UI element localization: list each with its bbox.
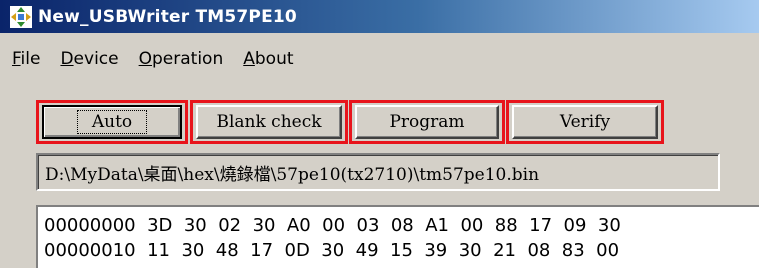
file-path-text: D:\MyData\桌面\hex\燒錄檔\57pe10(tx2710)\tm57…	[38, 155, 718, 189]
blank-check-button-highlight: Blank check	[190, 100, 348, 144]
verify-button-label: Verify	[559, 112, 611, 132]
hex-byte: 48	[215, 240, 239, 261]
menu-file[interactable]: File	[0, 44, 50, 74]
window-title: New_USBWriter TM57PE10	[38, 6, 297, 27]
blank-check-button[interactable]: Blank check	[196, 105, 342, 139]
menu-operation-accel: O	[138, 49, 152, 69]
hex-byte: 17	[529, 215, 553, 236]
blank-check-button-label: Blank check	[216, 112, 322, 132]
menu-operation-label: peration	[152, 49, 224, 69]
hex-byte: 30	[252, 215, 276, 236]
hex-byte: 49	[355, 240, 379, 261]
menu-about[interactable]: About	[233, 44, 303, 74]
hex-dump-view[interactable]: 00000000 3D 30 02 30 A0 00 03 08 A1 00 8…	[36, 205, 759, 268]
hex-byte: 09	[563, 215, 587, 236]
hex-byte: 00	[460, 215, 484, 236]
hex-byte: 17	[250, 240, 274, 261]
menu-file-label: ile	[20, 49, 41, 69]
hex-byte: 30	[181, 240, 205, 261]
menu-device-label: evice	[73, 49, 119, 69]
toolbar: Auto Blank check Program Verify	[36, 97, 664, 147]
hex-byte: 15	[390, 240, 413, 261]
hex-byte: 11	[147, 240, 170, 261]
program-button-label: Program	[389, 112, 465, 132]
hex-byte: 02	[218, 215, 242, 236]
menu-bar: File Device Operation About	[0, 33, 759, 85]
hex-byte: 3D	[147, 215, 173, 236]
auto-button-label: Auto	[76, 110, 148, 134]
hex-byte: 03	[356, 215, 380, 236]
hex-row-address: 00000000	[44, 215, 136, 236]
hex-byte: 00	[596, 240, 620, 261]
hex-byte: 30	[597, 215, 621, 236]
menu-about-label: bout	[254, 49, 294, 69]
menu-device[interactable]: Device	[50, 44, 128, 74]
hex-byte: 00	[322, 215, 346, 236]
hex-byte: 30	[321, 240, 345, 261]
file-path-field[interactable]: D:\MyData\桌面\hex\燒錄檔\57pe10(tx2710)\tm57…	[36, 153, 720, 191]
menu-about-accel: A	[243, 49, 255, 69]
hex-byte: 88	[494, 215, 518, 236]
menu-device-accel: D	[60, 49, 74, 69]
menu-operation[interactable]: Operation	[129, 44, 234, 74]
hex-row-address: 00000010	[44, 240, 136, 261]
hex-byte: A0	[286, 215, 311, 236]
hex-row: 00000000 3D 30 02 30 A0 00 03 08 A1 00 8…	[38, 213, 759, 238]
hex-byte: 08	[390, 215, 414, 236]
auto-button-highlight: Auto	[36, 100, 188, 144]
program-button-highlight: Program	[349, 100, 505, 144]
hex-byte: A1	[425, 215, 449, 236]
verify-button-highlight: Verify	[506, 100, 664, 144]
hex-byte: 0D	[284, 240, 310, 261]
hex-byte: 08	[527, 240, 551, 261]
auto-button[interactable]: Auto	[42, 105, 182, 139]
hex-byte: 30	[458, 240, 482, 261]
verify-button[interactable]: Verify	[512, 105, 658, 139]
hex-row: 00000010 11 30 48 17 0D 30 49 15 39 30 2…	[38, 238, 759, 263]
hex-byte: 21	[493, 240, 516, 261]
app-icon	[10, 5, 32, 28]
title-bar[interactable]: New_USBWriter TM57PE10	[0, 0, 759, 33]
program-button[interactable]: Program	[355, 105, 499, 139]
menu-file-accel: F	[12, 49, 21, 69]
hex-byte: 39	[424, 240, 448, 261]
hex-byte: 30	[183, 215, 207, 236]
hex-byte: 83	[561, 240, 585, 261]
